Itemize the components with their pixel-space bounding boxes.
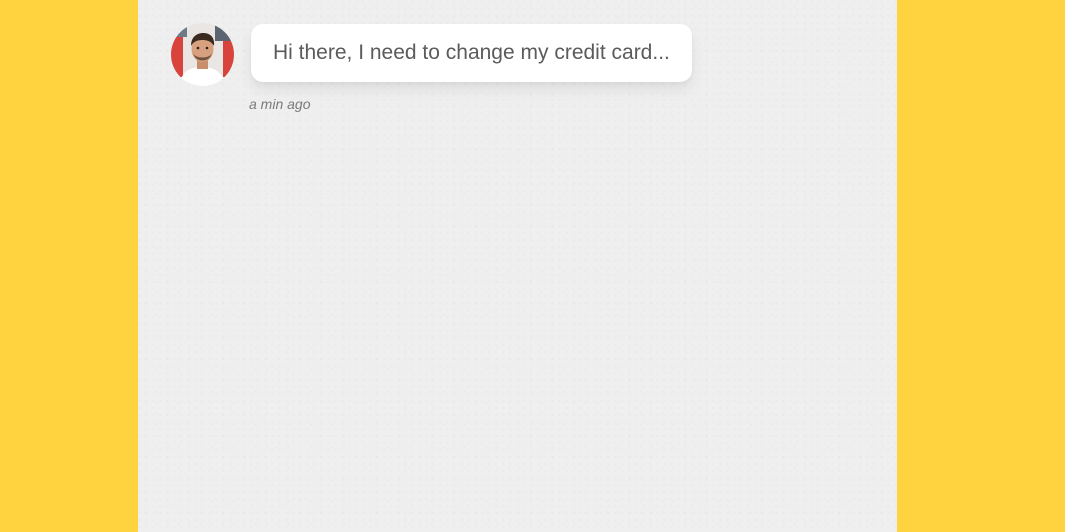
user-avatar-icon [171, 23, 234, 86]
message-timestamp: a min ago [249, 96, 311, 112]
message-bubble-wrap: Hi there, I need to change my credit car… [249, 24, 692, 112]
avatar[interactable] [171, 23, 234, 86]
chat-panel: Hi there, I need to change my credit car… [138, 0, 897, 532]
message-row: Hi there, I need to change my credit car… [171, 23, 692, 112]
message-bubble[interactable]: Hi there, I need to change my credit car… [251, 24, 692, 82]
